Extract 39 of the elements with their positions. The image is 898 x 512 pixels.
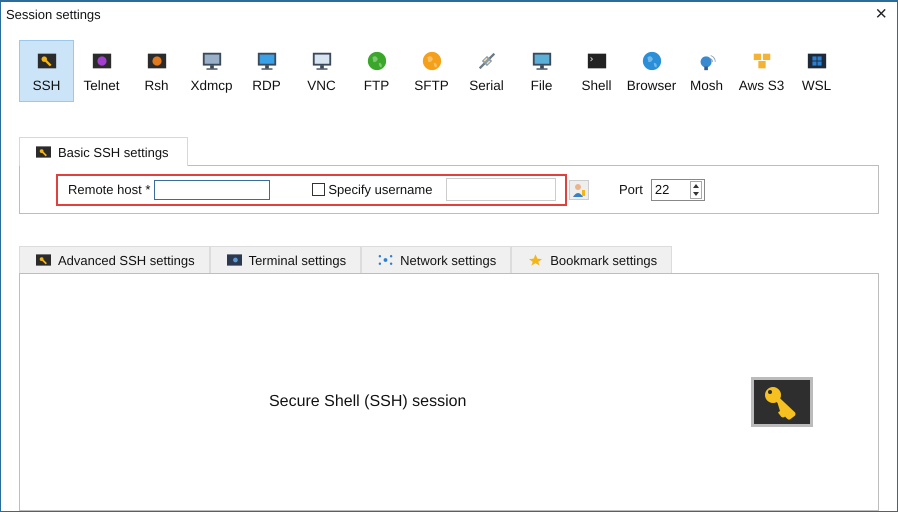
session-type-button[interactable]: SFTP bbox=[404, 40, 459, 102]
session-type-button[interactable]: FTP bbox=[349, 40, 404, 102]
star-icon bbox=[528, 254, 544, 266]
key-icon bbox=[36, 254, 51, 266]
globe-icon bbox=[640, 50, 662, 72]
session-type-button[interactable]: Aws S3 bbox=[734, 40, 789, 102]
key-icon bbox=[751, 377, 814, 427]
session-type-button[interactable]: Serial bbox=[459, 40, 514, 102]
terminal-icon bbox=[226, 254, 242, 266]
session-description: Secure Shell (SSH) session bbox=[269, 393, 466, 411]
specify-username-checkbox[interactable]: Specify username bbox=[312, 182, 432, 197]
session-type-button[interactable]: WSL bbox=[789, 40, 844, 102]
session-type-button[interactable]: Shell bbox=[569, 40, 624, 102]
port-spinner[interactable]: 22 bbox=[650, 178, 705, 200]
network-icon bbox=[378, 254, 394, 266]
globe-icon bbox=[420, 50, 442, 72]
session-type-button[interactable]: RDP bbox=[239, 40, 294, 102]
session-type-button[interactable]: Mosh bbox=[679, 40, 734, 102]
session-type-button[interactable]: Rsh bbox=[129, 40, 184, 102]
session-type-button[interactable]: VNC bbox=[294, 40, 349, 102]
window-title: Session settings bbox=[6, 6, 101, 22]
session-type-button[interactable]: Browser bbox=[624, 40, 679, 102]
settings-tab[interactable]: Network settings bbox=[361, 246, 512, 273]
basic-settings-tab[interactable]: Basic SSH settings bbox=[19, 137, 188, 166]
session-type-button[interactable]: Xdmcp bbox=[184, 40, 239, 102]
session-type-button[interactable]: Telnet bbox=[74, 40, 129, 102]
remote-host-label: Remote host * bbox=[68, 182, 150, 197]
close-button[interactable]: × bbox=[869, 4, 893, 24]
settings-tab[interactable]: Advanced SSH settings bbox=[19, 246, 210, 273]
globe-icon bbox=[366, 50, 388, 72]
port-label: Port bbox=[619, 182, 643, 197]
settings-tab[interactable]: Terminal settings bbox=[210, 246, 362, 273]
key-icon bbox=[36, 146, 51, 158]
remote-host-field[interactable] bbox=[154, 180, 270, 200]
session-type-button[interactable]: File bbox=[514, 40, 569, 102]
settings-tab[interactable]: Bookmark settings bbox=[511, 246, 672, 273]
username-field[interactable] bbox=[446, 178, 556, 201]
session-type-button[interactable]: SSH bbox=[19, 40, 74, 102]
user-picker-button[interactable] bbox=[569, 180, 589, 200]
